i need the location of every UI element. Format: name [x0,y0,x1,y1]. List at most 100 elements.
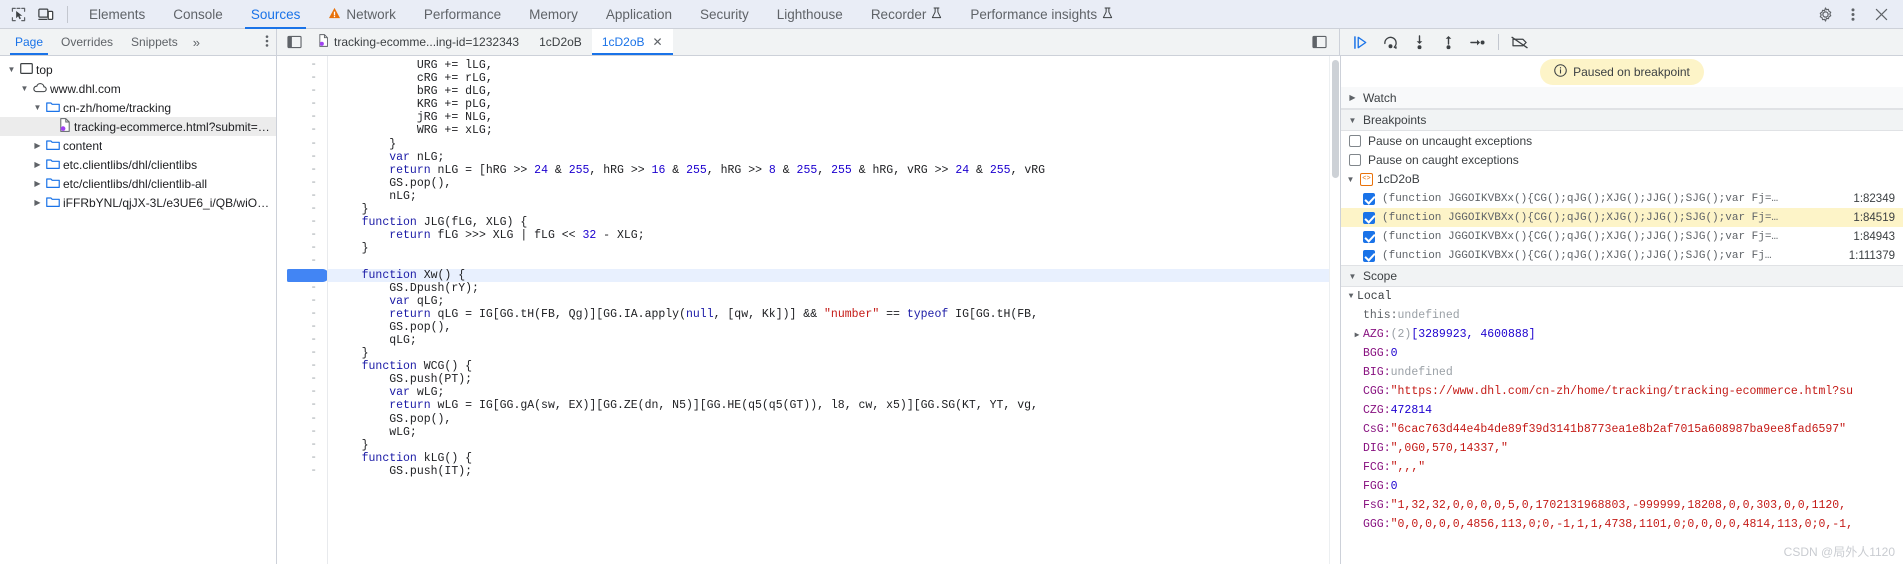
tree-item-top[interactable]: ▼ top [0,60,276,79]
navigator-tab-page[interactable]: Page [6,29,52,55]
code-line[interactable]: WRG += xLG; [328,124,1340,137]
code-line[interactable]: return wLG = IG[GG.gA(sw, EX)][GG.ZE(dn,… [328,399,1340,412]
code-line[interactable]: GS.pop(), [328,177,1340,190]
code-line[interactable]: } [328,347,1340,360]
code-line[interactable]: } [328,203,1340,216]
gutter-line[interactable]: - [277,465,327,478]
device-toolbar-icon[interactable] [32,1,60,27]
tree-item-etc-clientlibs-dhl-clientlibs[interactable]: ▶ etc.clientlibs/dhl/clientlibs [0,155,276,174]
tab-recorder[interactable]: Recorder [857,0,957,29]
collapse-triangle-icon[interactable]: ▶ [32,179,43,188]
code-line[interactable]: GS.pop(), [328,413,1340,426]
collapse-triangle-icon[interactable]: ▶ [32,198,43,207]
code-line[interactable]: function WCG() { [328,360,1340,373]
code-line[interactable]: URG += lLG, [328,59,1340,72]
gutter-line[interactable]: - [277,138,327,151]
code-line[interactable]: return fLG >>> XLG | fLG << 32 - XLG; [328,229,1340,242]
tab-console[interactable]: Console [159,0,237,29]
tab-performance[interactable]: Performance [410,0,515,29]
gutter-line[interactable]: - [277,229,327,242]
gutter-line[interactable]: - [277,151,327,164]
tab-lighthouse[interactable]: Lighthouse [763,0,857,29]
gutter-line[interactable]: - [277,242,327,255]
code-line[interactable]: function Xw() { [328,268,1340,282]
code-line[interactable]: GS.Dpush(rY); [328,282,1340,295]
gutter-line[interactable]: - [277,124,327,137]
tab-performance-insights[interactable]: Performance insights [956,0,1127,29]
scope-variable-row[interactable]: this: undefined [1341,306,1903,325]
tab-network[interactable]: Network [314,0,410,29]
deactivate-breakpoints-button[interactable] [1507,30,1533,54]
gutter-line[interactable]: - [277,72,327,85]
expand-triangle-icon[interactable]: ▼ [1347,272,1358,281]
tree-item-content[interactable]: ▶ content [0,136,276,155]
expand-triangle-icon[interactable]: ▼ [6,65,17,74]
scope-variable-row[interactable]: BGG: 0 [1341,344,1903,363]
code-line[interactable]: KRG += pLG, [328,98,1340,111]
code-line[interactable]: var wLG; [328,386,1340,399]
step-into-next-function-call-button[interactable] [1406,30,1432,54]
breakpoint-row[interactable]: (function JGGOIKVBXx(){CG();qJG();XJG();… [1341,227,1903,246]
scope-variable-row[interactable]: FCG: ",,," [1341,458,1903,477]
gutter-line[interactable]: - [277,308,327,321]
expand-triangle-icon[interactable]: ▼ [1347,116,1358,125]
breakpoint-enabled-checkbox[interactable] [1363,230,1375,243]
scope-variable-row[interactable]: DIG: ",0G0,570,14337," [1341,439,1903,458]
code-line[interactable]: } [328,138,1340,151]
gutter-line[interactable]: - [277,177,327,190]
expand-triangle-icon[interactable]: ▼ [1345,175,1356,184]
breakpoint-row[interactable]: (function JGGOIKVBXx(){CG();qJG();XJG();… [1341,189,1903,208]
code-line[interactable]: GS.pop(), [328,321,1340,334]
tree-item-obfuscated-path[interactable]: ▶ iFFRbYNL/qjJX-3L/e3UE6_i/QB/wiOmhNcDp [0,193,276,212]
scope-section-header[interactable]: ▼ Scope [1341,265,1903,287]
close-devtools-icon[interactable] [1867,1,1895,27]
gutter-line[interactable]: - [277,282,327,295]
settings-gear-icon[interactable] [1811,1,1839,27]
close-tab-icon[interactable]: ✕ [653,35,663,49]
gutter-line[interactable]: - [277,203,327,216]
source-code-editor[interactable]: -------------------------------- URG += … [277,56,1340,564]
scope-variable-row[interactable]: CZG: 472814 [1341,401,1903,420]
scope-variable-row[interactable]: CGG: "https://www.dhl.com/cn-zh/home/tra… [1341,382,1903,401]
resume-script-execution-button[interactable] [1348,30,1374,54]
collapse-triangle-icon[interactable]: ▶ [32,141,43,150]
gutter-line[interactable]: - [277,321,327,334]
gutter-line[interactable]: - [277,334,327,347]
code-line[interactable] [328,255,1340,268]
pause-on-uncaught-exceptions-checkbox[interactable] [1349,134,1361,147]
gutter-line[interactable]: - [277,164,327,177]
code-line[interactable]: GS.push(PT); [328,373,1340,386]
gutter-line[interactable]: - [277,98,327,111]
gutter-line[interactable]: - [277,373,327,386]
tab-elements[interactable]: Elements [75,0,159,29]
toggle-debugger-panel-icon[interactable] [1305,29,1333,55]
breakpoint-enabled-checkbox[interactable] [1363,249,1375,262]
scope-variable-row[interactable]: FsG: "1,32,32,0,0,0,0,5,0,1702131968803,… [1341,496,1903,515]
gutter-line[interactable]: - [277,59,327,72]
navigator-tab-overrides[interactable]: Overrides [52,29,122,55]
gutter-line[interactable]: - [277,413,327,426]
breakpoint-row[interactable]: (function JGGOIKVBXx(){CG();qJG();XJG();… [1341,246,1903,265]
gutter-line[interactable]: - [277,452,327,465]
code-line[interactable]: return nLG = [hRG >> 24 & 255, hRG >> 16… [328,164,1340,177]
scope-local-header[interactable]: ▼ Local [1341,287,1903,306]
editor-vertical-scrollbar[interactable] [1329,56,1340,564]
step-button[interactable] [1464,30,1490,54]
editor-line-gutter[interactable]: -------------------------------- [277,56,329,564]
scope-variable-row[interactable]: CsG: "6cac763d44e4b4de89f39d3141b8773ea1… [1341,420,1903,439]
navigator-file-tree[interactable]: ▼ top ▼ www.dhl.com ▼ cn-zh/home/trackin… [0,56,277,564]
expand-triangle-icon[interactable]: ▼ [1345,292,1357,301]
breakpoint-enabled-checkbox[interactable] [1363,211,1375,224]
pause-on-uncaught-exceptions-row[interactable]: Pause on uncaught exceptions [1341,131,1903,150]
gutter-line[interactable]: - [277,111,327,124]
code-line[interactable]: function JLG(fLG, XLG) { [328,216,1340,229]
step-over-next-function-call-button[interactable] [1377,30,1403,54]
pause-on-caught-exceptions-row[interactable]: Pause on caught exceptions [1341,150,1903,169]
code-line[interactable]: GS.push(IT); [328,465,1340,478]
scrollbar-thumb[interactable] [1332,60,1339,178]
breakpoint-enabled-checkbox[interactable] [1363,192,1375,205]
navigator-tab-snippets[interactable]: Snippets [122,29,187,55]
gutter-line[interactable]: - [277,85,327,98]
gutter-line[interactable]: - [277,190,327,203]
tab-security[interactable]: Security [686,0,763,29]
